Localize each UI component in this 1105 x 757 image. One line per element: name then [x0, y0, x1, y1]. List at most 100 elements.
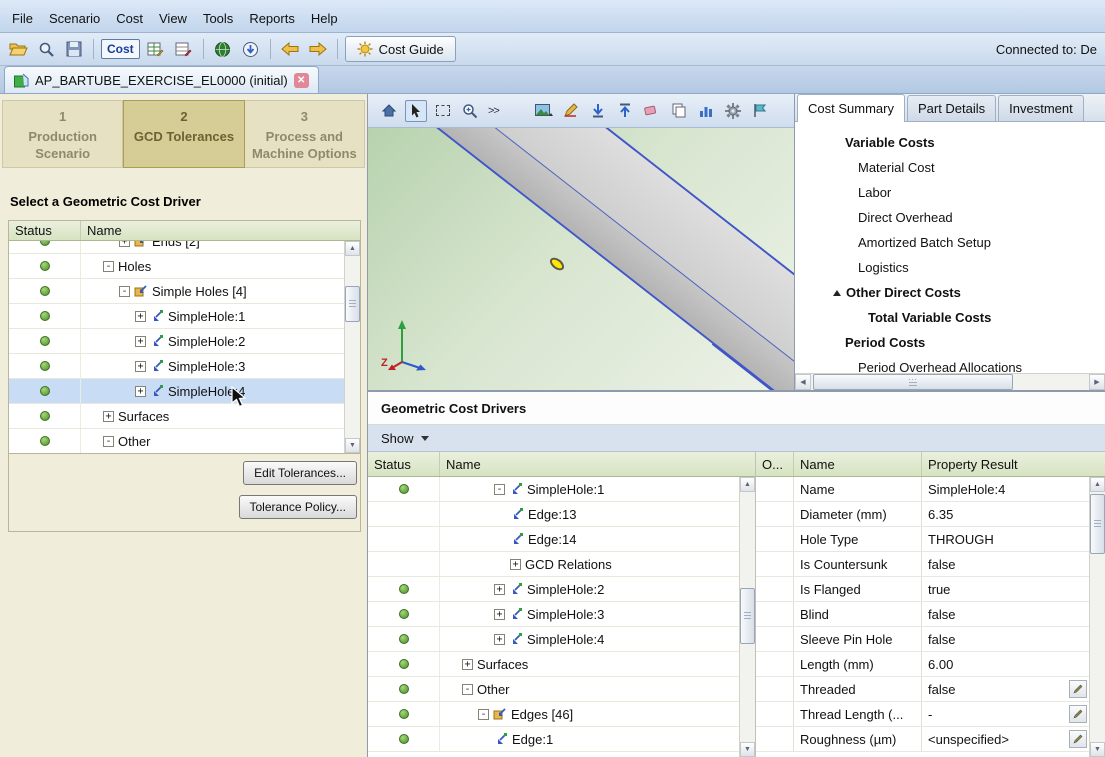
property-row-blind[interactable]: Blindfalse: [756, 602, 1089, 627]
expander-icon[interactable]: [494, 609, 505, 620]
tree-row-simplehole-4-selected[interactable]: SimpleHole:4: [9, 379, 344, 404]
scroll-thumb[interactable]: [345, 286, 360, 322]
tree-row-surfaces[interactable]: Surfaces: [368, 652, 739, 677]
scroll-down-button[interactable]: ▼: [1090, 742, 1105, 757]
expander-icon[interactable]: [462, 684, 473, 695]
chevron-down-icon[interactable]: [421, 436, 429, 441]
tree-row-simplehole-1[interactable]: SimpleHole:1: [368, 477, 739, 502]
expander-icon[interactable]: [135, 311, 146, 322]
scroll-right-button[interactable]: ▶: [1089, 374, 1105, 390]
column-header-status[interactable]: Status: [368, 452, 440, 476]
scroll-thumb[interactable]: [1090, 494, 1105, 554]
save-icon[interactable]: [62, 37, 86, 61]
expander-icon[interactable]: [103, 436, 114, 447]
column-header-overridden[interactable]: O...: [756, 452, 794, 476]
tree-row-edge-14[interactable]: Edge:14: [368, 527, 739, 552]
scroll-up-button[interactable]: ▲: [345, 241, 360, 256]
document-tab[interactable]: AP_BARTUBE_EXERCISE_EL0000 (initial) ✕: [4, 66, 319, 93]
scroll-left-button[interactable]: ◀: [795, 374, 811, 390]
arrow-up-icon[interactable]: [614, 100, 636, 122]
tab-cost-summary[interactable]: Cost Summary: [797, 94, 905, 122]
cost-guide-button[interactable]: Cost Guide: [345, 36, 456, 62]
chart-icon[interactable]: [695, 100, 717, 122]
scrollbar-vertical[interactable]: ▲ ▼: [739, 477, 755, 757]
display-mode-icon[interactable]: [533, 100, 555, 122]
arrow-down-icon[interactable]: [587, 100, 609, 122]
expander-icon[interactable]: [103, 261, 114, 272]
tree-row-surfaces[interactable]: Surfaces: [9, 404, 344, 429]
open-folder-icon[interactable]: [6, 37, 30, 61]
find-icon[interactable]: [34, 37, 58, 61]
close-icon[interactable]: ✕: [294, 73, 309, 88]
cost-item-amortized-batch-setup[interactable]: Amortized Batch Setup: [795, 230, 1105, 255]
worksheet-edit-icon[interactable]: [144, 37, 168, 61]
expander-icon[interactable]: [510, 559, 521, 570]
tree-row-simplehole-2[interactable]: SimpleHole:2: [368, 577, 739, 602]
tree-row-edge-13[interactable]: Edge:13: [368, 502, 739, 527]
tree-row-simplehole-1[interactable]: SimpleHole:1: [9, 304, 344, 329]
tree-row-simplehole-3[interactable]: SimpleHole:3: [368, 602, 739, 627]
scrollbar-horizontal[interactable]: ◀ ▶: [795, 373, 1105, 390]
tree-row-gcd-relations[interactable]: GCD Relations: [368, 552, 739, 577]
tree-row-simplehole-4[interactable]: SimpleHole:4: [368, 627, 739, 652]
scroll-down-button[interactable]: ▼: [345, 438, 360, 453]
step-production-scenario[interactable]: 1 Production Scenario: [2, 100, 123, 168]
edit-tolerances-button[interactable]: Edit Tolerances...: [243, 461, 357, 485]
menu-scenario[interactable]: Scenario: [41, 8, 108, 30]
gear-icon[interactable]: [722, 100, 744, 122]
column-header-name[interactable]: Name: [81, 221, 360, 240]
expander-icon[interactable]: [135, 336, 146, 347]
property-row-diameter[interactable]: Diameter (mm)6.35: [756, 502, 1089, 527]
property-row-name[interactable]: NameSimpleHole:4: [756, 477, 1089, 502]
scroll-down-button[interactable]: ▼: [740, 742, 755, 757]
column-header-name[interactable]: Name: [440, 452, 755, 476]
scrollbar-vertical[interactable]: ▲ ▼: [344, 241, 360, 453]
tolerance-policy-button[interactable]: Tolerance Policy...: [239, 495, 358, 519]
scroll-thumb[interactable]: [740, 588, 755, 644]
column-header-property-result[interactable]: Property Result: [922, 452, 1105, 476]
show-dropdown[interactable]: Show: [381, 431, 414, 446]
publish-icon[interactable]: [239, 37, 263, 61]
cost-item-variable-costs[interactable]: Variable Costs: [795, 130, 1105, 155]
expander-icon[interactable]: [494, 484, 505, 495]
step-gcd-tolerances[interactable]: 2 GCD Tolerances: [123, 100, 244, 168]
collapse-arrow-icon[interactable]: [833, 290, 841, 296]
scroll-track[interactable]: [345, 256, 360, 438]
expander-icon[interactable]: [135, 361, 146, 372]
scroll-track[interactable]: [811, 374, 1089, 390]
step-process-machine-options[interactable]: 3 Process and Machine Options: [245, 100, 365, 168]
home-icon[interactable]: [378, 100, 400, 122]
expander-icon[interactable]: [119, 241, 130, 247]
cost-item-period-overhead-allocations[interactable]: Period Overhead Allocations: [795, 355, 1105, 373]
tree-row-other[interactable]: Other: [9, 429, 344, 453]
toolbar-overflow-button[interactable]: >>: [486, 105, 501, 117]
tree-row-simple-holes[interactable]: Simple Holes [4]: [9, 279, 344, 304]
property-row-length[interactable]: Length (mm)6.00: [756, 652, 1089, 677]
cost-item-logistics[interactable]: Logistics: [795, 255, 1105, 280]
viewport-3d-canvas[interactable]: Z: [368, 128, 794, 390]
scroll-up-button[interactable]: ▲: [740, 477, 755, 492]
cost-item-material-cost[interactable]: Material Cost: [795, 155, 1105, 180]
menu-tools[interactable]: Tools: [195, 8, 241, 30]
property-row-is-flanged[interactable]: Is Flangedtrue: [756, 577, 1089, 602]
menu-cost[interactable]: Cost: [108, 8, 151, 30]
tree-row-edges[interactable]: Edges [46]: [368, 702, 739, 727]
menu-view[interactable]: View: [151, 8, 195, 30]
zoom-icon[interactable]: [459, 100, 481, 122]
scrollbar-vertical[interactable]: ▲ ▼: [1089, 477, 1105, 757]
tree-row-simplehole-3[interactable]: SimpleHole:3: [9, 354, 344, 379]
back-arrow-icon[interactable]: [278, 37, 302, 61]
property-row-is-countersunk[interactable]: Is Countersunkfalse: [756, 552, 1089, 577]
expander-icon[interactable]: [119, 286, 130, 297]
cost-item-other-direct-costs[interactable]: Other Direct Costs: [795, 280, 1105, 305]
expander-icon[interactable]: [478, 709, 489, 720]
scroll-up-button[interactable]: ▲: [1090, 477, 1105, 492]
expander-icon[interactable]: [103, 411, 114, 422]
tab-investment[interactable]: Investment: [998, 95, 1084, 121]
property-row-sleeve-pin-hole[interactable]: Sleeve Pin Holefalse: [756, 627, 1089, 652]
property-row-threaded[interactable]: Threadedfalse: [756, 677, 1089, 702]
expander-icon[interactable]: [494, 584, 505, 595]
tree-row-simplehole-2[interactable]: SimpleHole:2: [9, 329, 344, 354]
property-row-thread-length[interactable]: Thread Length (...-: [756, 702, 1089, 727]
window-select-icon[interactable]: [432, 100, 454, 122]
